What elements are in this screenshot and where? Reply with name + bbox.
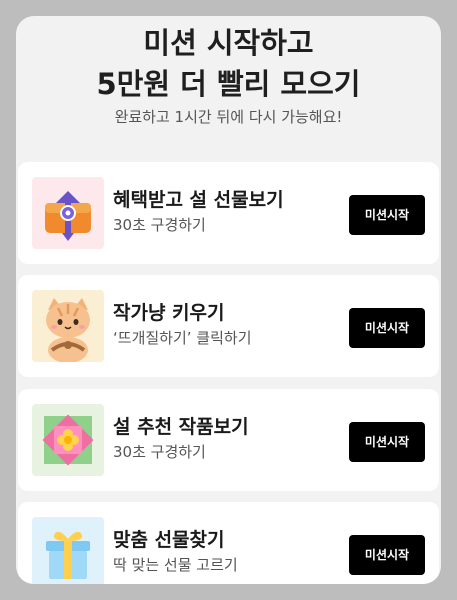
mission-desc: 30초 구경하기 bbox=[113, 443, 206, 461]
gift-box-icon bbox=[32, 177, 104, 249]
flower-tile-icon bbox=[32, 404, 104, 476]
mission-start-button[interactable]: 미션시작 bbox=[349, 535, 425, 575]
mission-title: 맞춤 선물찾기 bbox=[113, 529, 225, 551]
mission-desc: ‘뜨개질하기’ 클릭하기 bbox=[113, 329, 252, 347]
present-icon bbox=[32, 517, 104, 584]
mission-title: 혜택받고 설 선물보기 bbox=[113, 189, 284, 211]
mission-start-button[interactable]: 미션시작 bbox=[349, 308, 425, 348]
mission-sheet: 미션 시작하고 5만원 더 빨리 모으기 완료하고 1시간 뒤에 다시 가능해요… bbox=[16, 16, 441, 584]
mission-title: 작가냥 키우기 bbox=[113, 302, 225, 324]
sheet-title-line1: 미션 시작하고 bbox=[143, 26, 314, 60]
mission-start-button[interactable]: 미션시작 bbox=[349, 422, 425, 462]
cat-icon bbox=[32, 290, 104, 362]
sheet-subtitle: 완료하고 1시간 뒤에 다시 가능해요! bbox=[114, 108, 343, 126]
mission-desc: 딱 맞는 선물 고르기 bbox=[113, 556, 238, 574]
mission-desc: 30초 구경하기 bbox=[113, 216, 206, 234]
mission-card-recommended: 설 추천 작품보기 30초 구경하기 미션시작 bbox=[18, 389, 439, 491]
mission-title: 설 추천 작품보기 bbox=[113, 416, 249, 438]
sheet-title-line2: 5만원 더 빨리 모으기 bbox=[96, 67, 361, 101]
mission-card-custom-gift: 맞춤 선물찾기 딱 맞는 선물 고르기 미션시작 bbox=[18, 502, 439, 584]
mission-start-button[interactable]: 미션시작 bbox=[349, 195, 425, 235]
mission-card-cat: 작가냥 키우기 ‘뜨개질하기’ 클릭하기 미션시작 bbox=[18, 275, 439, 377]
mission-card-gift-benefits: 혜택받고 설 선물보기 30초 구경하기 미션시작 bbox=[18, 162, 439, 264]
